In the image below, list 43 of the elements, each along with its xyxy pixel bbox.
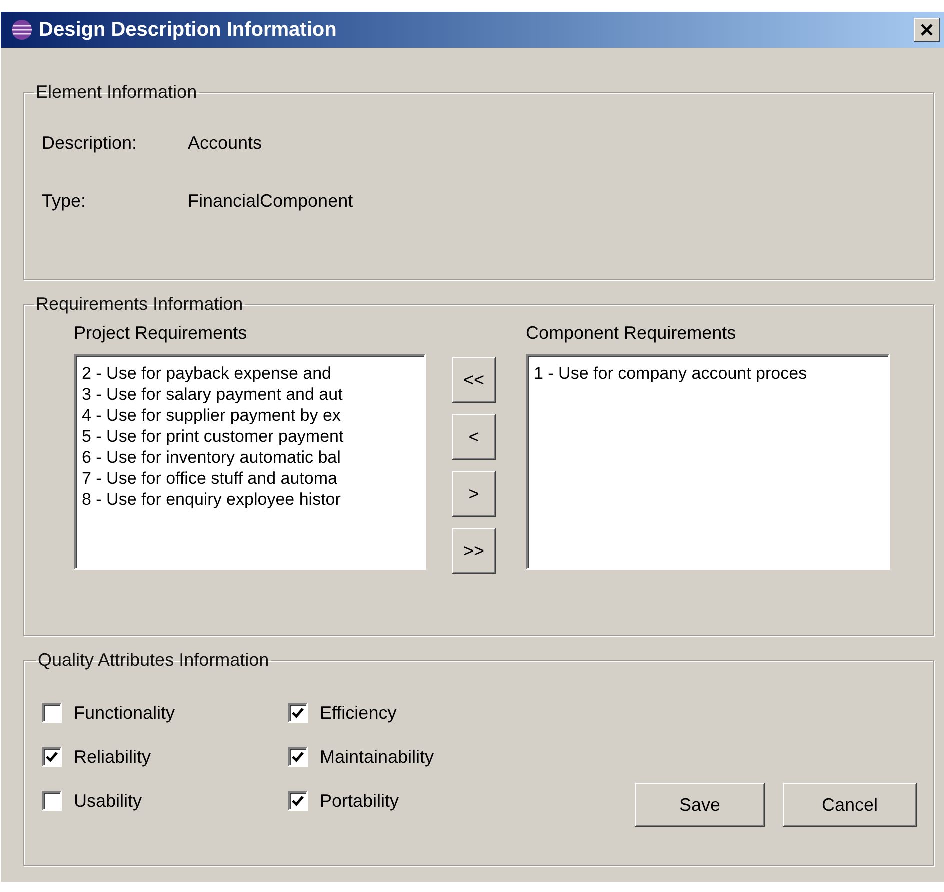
list-item[interactable]: 8 - Use for enquiry exployee histor <box>82 489 418 510</box>
group-title: Quality Attributes Information <box>37 650 270 671</box>
checkbox-label: Reliability <box>74 746 152 768</box>
list-item[interactable]: 5 - Use for print customer payment <box>82 426 418 447</box>
checkbox[interactable] <box>42 747 62 767</box>
move-button[interactable]: << <box>452 357 496 403</box>
check-icon <box>291 794 305 808</box>
field-value: FinancialComponent <box>188 190 354 212</box>
close-icon <box>920 23 934 37</box>
list-title: Component Requirements <box>526 323 738 344</box>
globe-icon <box>11 19 33 41</box>
window-title: Design Description Information <box>39 18 338 42</box>
checkbox-label: Functionality <box>74 702 176 724</box>
group-title: Element Information <box>35 82 198 103</box>
check-icon <box>45 750 59 764</box>
group-title: Requirements Information <box>35 294 244 315</box>
list-title: Project Requirements <box>74 323 248 344</box>
checkbox-label: Usability <box>74 790 142 812</box>
list-item[interactable]: 4 - Use for supplier payment by ex <box>82 405 418 426</box>
field-value: Accounts <box>188 132 262 154</box>
checkbox[interactable] <box>288 791 308 811</box>
save-button[interactable]: Save <box>635 783 765 827</box>
list-item[interactable]: 2 - Use for payback expense and <box>82 363 418 384</box>
checkbox[interactable] <box>288 703 308 723</box>
check-icon <box>291 750 305 764</box>
close-button[interactable] <box>914 18 940 42</box>
checkbox-label: Portability <box>320 790 400 812</box>
check-icon <box>291 706 305 720</box>
list-item[interactable]: 1 - Use for company account proces <box>534 363 882 384</box>
list-item[interactable]: 3 - Use for salary payment and aut <box>82 384 418 405</box>
field-label: Type: <box>42 190 88 212</box>
move-button[interactable]: < <box>452 414 496 460</box>
checkbox[interactable] <box>288 747 308 767</box>
list-item[interactable]: 6 - Use for inventory automatic bal <box>82 447 418 468</box>
checkbox-label: Efficiency <box>320 702 397 724</box>
checkbox[interactable] <box>42 791 62 811</box>
checkbox[interactable] <box>42 703 62 723</box>
checkbox-label: Maintainability <box>320 746 434 768</box>
field-label: Description: <box>42 132 138 154</box>
move-button[interactable]: >> <box>452 528 496 574</box>
list-item[interactable]: 7 - Use for office stuff and automa <box>82 468 418 489</box>
move-button[interactable]: > <box>452 471 496 517</box>
cancel-button[interactable]: Cancel <box>783 783 917 827</box>
